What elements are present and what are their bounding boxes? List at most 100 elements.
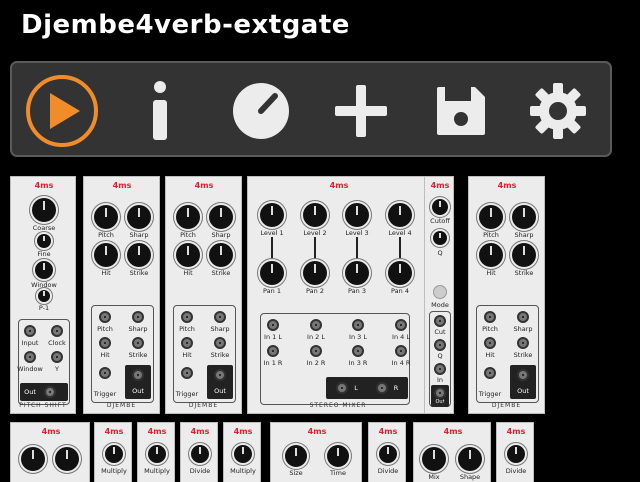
pitch-knob[interactable] [176,205,200,229]
vcf-module[interactable]: 4ms Cutoff Q Mode Cut Q In Out VCF [424,176,454,414]
pitch-shift-module[interactable]: 4ms Coarse Fine Window P-1 Input Clock W… [10,176,76,414]
settings-button[interactable] [518,71,598,151]
add-module-button[interactable] [321,71,401,151]
in-4-l-jack[interactable] [395,319,407,331]
row2-module-1[interactable]: 4ms [10,422,90,482]
in-4-r-jack[interactable] [395,345,407,357]
out-jack[interactable] [517,369,529,381]
cutoff-knob[interactable] [432,199,448,215]
stereo-mixer-module[interactable]: 4ms Level 1 Level 2 Level 3 Level 4 Pan … [247,176,429,414]
strike-jack[interactable] [132,337,144,349]
multiply-knob[interactable] [234,445,252,463]
sharp-jack[interactable] [132,311,144,323]
in-1-l-jack[interactable] [267,319,279,331]
window-knob[interactable] [35,261,53,279]
row2-divide-module[interactable]: 4ms Divide [180,422,218,482]
pan-3-knob[interactable] [345,261,369,285]
divide-knob[interactable] [191,445,209,463]
fine-knob[interactable] [37,234,51,248]
multiply-knob[interactable] [105,445,123,463]
divide-knob[interactable] [507,445,525,463]
djembe-module-3[interactable]: 4ms Pitch Sharp Hit Strike Pitch Sharp H… [468,176,545,414]
out-jack[interactable] [434,387,446,399]
trigger-jack[interactable] [181,367,193,379]
q-knob[interactable] [433,231,447,245]
in-jack[interactable] [434,363,446,375]
input-jack[interactable] [24,325,36,337]
p1-knob[interactable] [38,290,50,302]
in-2-l-jack[interactable] [310,319,322,331]
time-knob[interactable] [327,445,349,467]
out-jack[interactable] [214,369,226,381]
strike-jack[interactable] [517,337,529,349]
brand-logo: 4ms [307,427,327,436]
trigger-jack[interactable] [484,367,496,379]
multiply-knob[interactable] [148,445,166,463]
row2-reverb-module[interactable]: 4ms Size Time [270,422,362,482]
mode-button[interactable] [433,285,447,299]
y-jack[interactable] [51,351,63,363]
pitch-jack[interactable] [181,311,193,323]
hit-knob[interactable] [479,243,503,267]
in-1-r-jack[interactable] [267,345,279,357]
pan-1-knob[interactable] [260,261,284,285]
knob[interactable] [55,447,79,471]
hit-jack[interactable] [181,337,193,349]
level-2-knob[interactable] [303,203,327,227]
strike-jack[interactable] [214,337,226,349]
out-l-jack[interactable] [336,382,348,394]
pitch-jack[interactable] [99,311,111,323]
pitch-jack[interactable] [484,311,496,323]
knob[interactable] [21,447,45,471]
hit-knob[interactable] [94,243,118,267]
level-4-knob[interactable] [388,203,412,227]
row2-multiply-module[interactable]: 4ms Multiply [94,422,132,482]
out-jack[interactable] [44,386,56,398]
out-jack[interactable] [132,369,144,381]
hit-jack[interactable] [99,337,111,349]
djembe-module-2[interactable]: 4ms Pitch Sharp Hit Strike Pitch Sharp H… [165,176,242,414]
strike-knob[interactable] [512,243,536,267]
in-2-r-jack[interactable] [310,345,322,357]
row2-multiply-module-2[interactable]: 4ms Multiply [137,422,175,482]
strike-knob[interactable] [127,243,151,267]
in-3-r-jack[interactable] [352,345,364,357]
sharp-knob[interactable] [512,205,536,229]
hit-knob[interactable] [176,243,200,267]
sharp-jack[interactable] [214,311,226,323]
save-button[interactable] [421,71,501,151]
row2-divide-module-2[interactable]: 4ms Divide [368,422,406,482]
size-knob[interactable] [285,445,307,467]
knob-button[interactable] [221,71,301,151]
row2-mix-module[interactable]: 4ms Mix Shape [413,422,491,482]
window-jack[interactable] [24,351,36,363]
row2-multiply-module-3[interactable]: 4ms Multiply [223,422,261,482]
shape-knob[interactable] [458,447,482,471]
coarse-knob[interactable] [32,198,56,222]
play-button[interactable] [22,71,102,151]
divide-knob[interactable] [379,445,397,463]
sharp-knob[interactable] [209,205,233,229]
djembe-module-1[interactable]: 4ms Pitch Sharp Hit Strike Pitch Sharp H… [83,176,160,414]
pitch-knob[interactable] [479,205,503,229]
in-3-l-jack[interactable] [352,319,364,331]
clock-jack[interactable] [51,325,63,337]
cut-jack[interactable] [434,315,446,327]
q-jack[interactable] [434,339,446,351]
out-r-jack[interactable] [376,382,388,394]
pan-2-knob[interactable] [303,261,327,285]
level-1-knob[interactable] [260,203,284,227]
sharp-knob[interactable] [127,205,151,229]
trigger-jack[interactable] [99,367,111,379]
pitch-knob[interactable] [94,205,118,229]
info-icon [153,81,167,140]
level-3-knob[interactable] [345,203,369,227]
info-button[interactable] [120,71,200,151]
mix-knob[interactable] [422,447,446,471]
pan-4-knob[interactable] [388,261,412,285]
sharp-jack[interactable] [517,311,529,323]
hit-jack[interactable] [484,337,496,349]
module-rack[interactable]: 4ms Coarse Fine Window P-1 Input Clock W… [10,170,640,482]
strike-knob[interactable] [209,243,233,267]
row2-divide-module-3[interactable]: 4ms Divide [496,422,534,482]
